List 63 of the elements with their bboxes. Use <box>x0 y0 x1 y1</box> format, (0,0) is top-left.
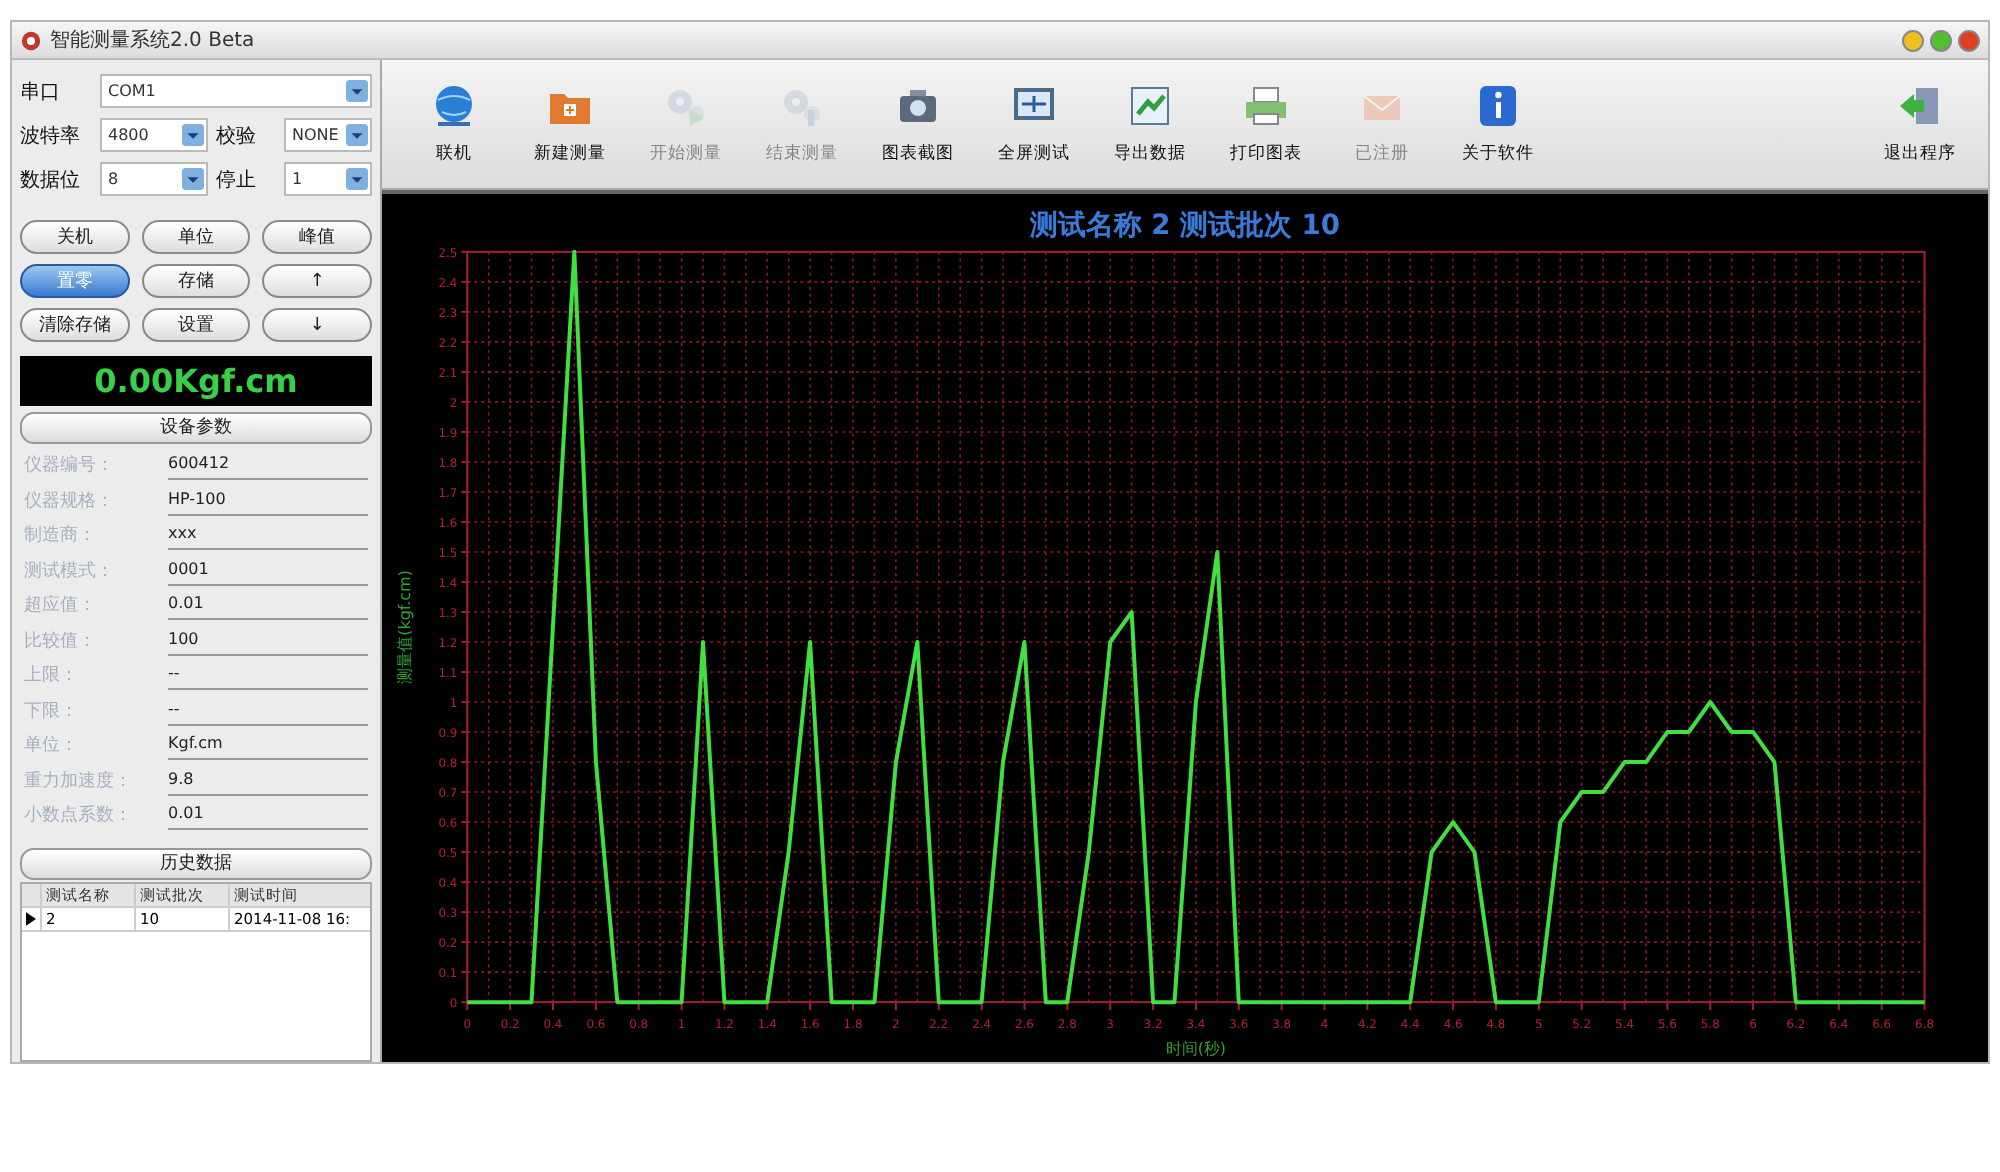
toolbar-button[interactable]: 打印图表 <box>1210 82 1322 166</box>
param-value: 9.8 <box>168 765 368 796</box>
field-label: 串口 <box>20 79 62 105</box>
maximize-button[interactable] <box>1930 29 1952 51</box>
export-icon <box>1126 82 1174 130</box>
field-label: 数据位 <box>20 167 82 193</box>
param-label: 重力加速度： <box>24 769 134 794</box>
control-button[interactable]: 单位 <box>141 220 251 254</box>
param-value: HP-100 <box>168 485 368 516</box>
control-button[interactable]: 存储 <box>141 264 251 298</box>
param-label: 上限： <box>24 663 80 689</box>
window-title: 智能测量系统2.0 Beta <box>50 27 255 54</box>
param-value: 0.01 <box>168 800 368 831</box>
toolbar-button[interactable]: 导出数据 <box>1094 82 1206 166</box>
toolbar-button[interactable]: 新建测量 <box>514 82 626 166</box>
param-value: 600412 <box>168 450 368 481</box>
param-label: 下限： <box>24 699 80 724</box>
param-value: -- <box>168 660 368 691</box>
control-button[interactable]: 设置 <box>141 308 251 342</box>
dropdown-field[interactable]: NONE <box>284 118 372 152</box>
toolbar-button[interactable]: 图表截图 <box>862 82 974 166</box>
exit-button[interactable]: 退出程序 <box>1864 82 1976 166</box>
param-label: 仪器规格： <box>24 489 116 514</box>
control-button[interactable]: 峰值 <box>262 220 372 254</box>
dropdown-field[interactable]: 1 <box>284 162 372 196</box>
close-button[interactable] <box>1958 29 1980 51</box>
param-label: 测试模式： <box>24 559 116 584</box>
field-label: 停止 <box>216 167 258 193</box>
section-header: 历史数据 <box>20 847 372 879</box>
reading-display: 0.00Kgf.cm <box>20 356 372 406</box>
param-value: 0.01 <box>168 590 368 621</box>
param-label: 仪器编号： <box>24 453 116 479</box>
toolbar-button[interactable]: 关于软件 <box>1442 82 1554 166</box>
field-label: 校验 <box>216 123 258 149</box>
dropdown-field[interactable]: COM1 <box>100 74 372 108</box>
param-value: xxx <box>168 520 368 551</box>
param-value: 0001 <box>168 555 368 586</box>
x-axis-label: 时间(秒) <box>1165 1039 1226 1059</box>
printer-icon <box>1242 82 1290 130</box>
param-value: 100 <box>168 625 368 656</box>
control-button[interactable]: ↓ <box>262 308 372 342</box>
param-label: 超应值： <box>24 593 98 619</box>
dropdown-field[interactable]: 8 <box>100 162 208 196</box>
minimize-button[interactable] <box>1902 29 1924 51</box>
param-label: 比较值： <box>24 629 98 654</box>
param-label: 小数点系数： <box>24 803 134 829</box>
field-label: 波特率 <box>20 123 82 149</box>
control-button[interactable]: 关机 <box>20 220 130 254</box>
param-value: Kgf.cm <box>168 730 368 761</box>
param-label: 单位： <box>24 733 80 759</box>
app-icon <box>20 29 42 51</box>
exit-door-icon <box>1896 82 1944 130</box>
globe-icon <box>430 82 478 130</box>
param-value: -- <box>168 695 368 726</box>
toolbar-button[interactable]: 联机 <box>398 82 510 166</box>
control-button[interactable]: 清除存储 <box>20 308 130 342</box>
control-button[interactable]: ↑ <box>262 264 372 298</box>
param-label: 制造商： <box>24 523 98 549</box>
dropdown-field[interactable]: 4800 <box>100 118 208 152</box>
info-icon <box>1474 82 1522 130</box>
toolbar-button[interactable]: 全屏测试 <box>978 82 1090 166</box>
chart-title: 测试名称 2 测试批次 10 <box>1029 209 1341 242</box>
section-header: 设备参数 <box>20 412 372 444</box>
